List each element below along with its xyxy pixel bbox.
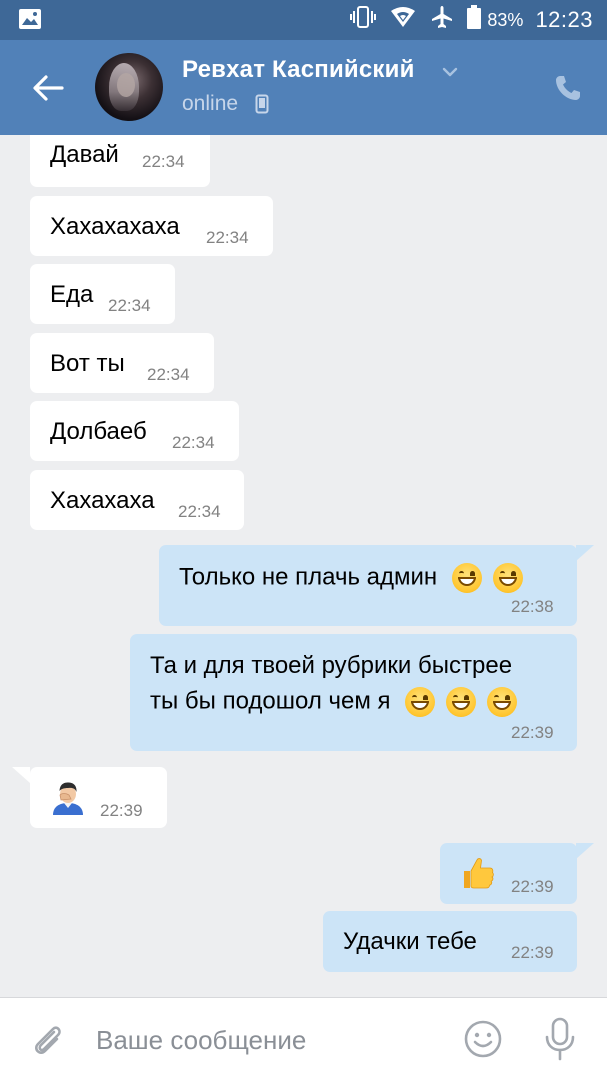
back-button[interactable]: [28, 68, 68, 108]
outgoing-message[interactable]: Удачки тебе 22:39: [323, 911, 577, 972]
message-time: 22:38: [511, 597, 554, 616]
call-button[interactable]: [548, 68, 588, 108]
message-time: 22:39: [511, 723, 554, 742]
incoming-message[interactable]: 22:39: [30, 767, 167, 828]
outgoing-message[interactable]: Та и для твоей рубрики быстрее ты бы под…: [130, 634, 577, 751]
grinning-face-icon: [492, 563, 523, 593]
message-text-line2: ты бы подошол чем я: [150, 687, 517, 717]
wifi-icon: [389, 5, 417, 35]
mobile-device-icon: [255, 94, 269, 114]
contact-status: online: [182, 92, 239, 115]
chevron-down-icon[interactable]: [440, 62, 460, 82]
battery-icon: [467, 5, 482, 35]
grinning-face-icon: [451, 563, 482, 593]
outgoing-message[interactable]: 22:39: [440, 843, 577, 904]
incoming-message[interactable]: Вот ты 22:34: [30, 333, 214, 393]
grinning-face-icon: [445, 687, 476, 717]
message-composer: [0, 997, 607, 1080]
message-text: Долбаеб: [50, 418, 147, 445]
message-time: 22:34: [178, 502, 221, 521]
message-time: 22:39: [511, 943, 554, 962]
incoming-message[interactable]: Давай 22:34: [30, 135, 210, 187]
message-time: 22:39: [100, 801, 143, 820]
message-input[interactable]: [96, 1022, 436, 1058]
face-palm-icon: [50, 781, 86, 822]
message-time: 22:34: [108, 296, 151, 315]
outgoing-message[interactable]: Только не плачь админ 22:38: [159, 545, 577, 626]
airplane-mode-icon: [429, 4, 455, 36]
vibrate-icon: [349, 5, 377, 35]
message-text: Хахахаха: [50, 487, 155, 514]
message-text: Давай: [50, 141, 119, 168]
status-clock: 12:23: [535, 7, 593, 32]
message-text: Вот ты: [50, 350, 125, 377]
message-time: 22:34: [142, 152, 185, 171]
thumbs-up-icon: [460, 855, 496, 898]
message-time: 22:34: [206, 228, 249, 247]
contact-name[interactable]: Ревхат Каспийский: [182, 56, 415, 84]
message-text-line1: Та и для твоей рубрики быстрее: [150, 652, 513, 679]
message-time: 22:34: [147, 365, 190, 384]
gallery-notification-icon: [18, 8, 42, 35]
emoji-smile-icon[interactable]: [462, 1018, 504, 1060]
chat-header: Ревхат Каспийский online: [0, 40, 607, 135]
message-text: Еда: [50, 281, 94, 308]
incoming-message[interactable]: Хахахаха 22:34: [30, 470, 244, 530]
grinning-face-icon: [486, 687, 517, 717]
arrow-left-icon: [33, 75, 64, 101]
status-bar: 83% 12:23: [0, 0, 607, 40]
incoming-message[interactable]: Долбаеб 22:34: [30, 401, 239, 461]
incoming-message[interactable]: Хахахахаха 22:34: [30, 196, 273, 256]
message-text: Только не плачь админ: [179, 563, 523, 593]
contact-avatar[interactable]: [95, 53, 163, 121]
paperclip-icon[interactable]: [28, 1020, 68, 1060]
microphone-icon[interactable]: [542, 1016, 578, 1062]
message-text: Хахахахаха: [50, 213, 180, 240]
phone-icon: [556, 76, 580, 100]
battery-percentage: 83%: [487, 9, 524, 30]
grinning-face-icon: [405, 687, 436, 717]
message-time: 22:34: [172, 433, 215, 452]
message-text: Удачки тебе: [343, 928, 477, 955]
message-time: 22:39: [511, 877, 554, 896]
incoming-message[interactable]: Еда 22:34: [30, 264, 175, 324]
message-list[interactable]: Давай 22:34 Хахахахаха 22:34 Еда 22:34 В…: [0, 135, 607, 997]
